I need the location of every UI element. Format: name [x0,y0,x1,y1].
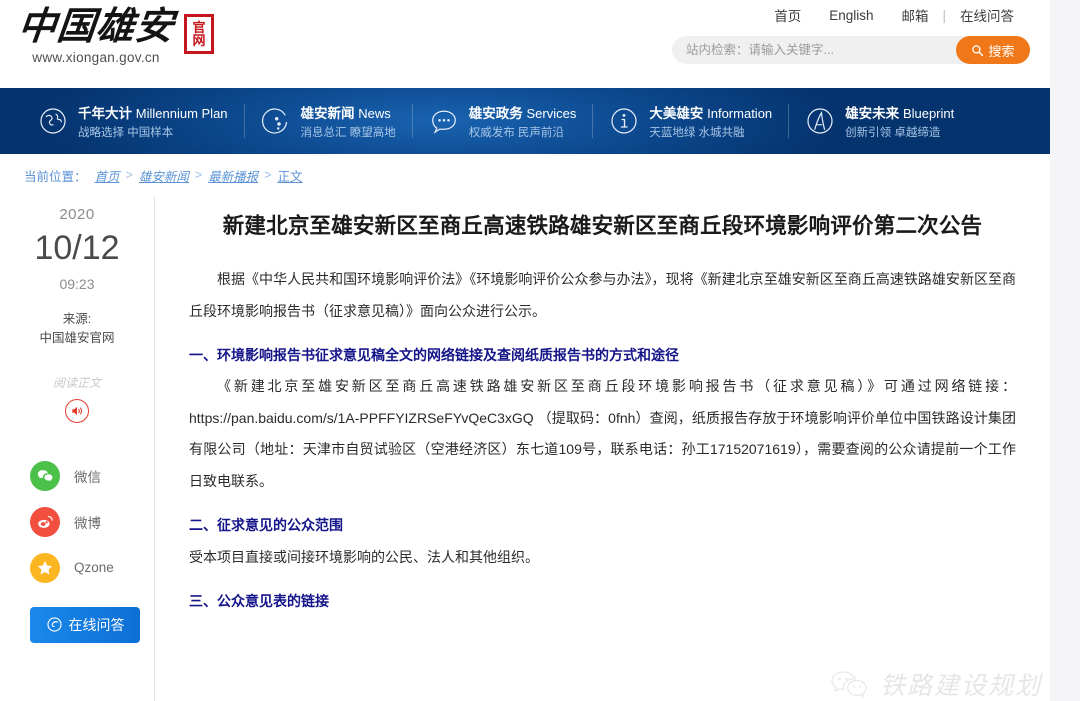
breadcrumb-separator: > [264,168,272,182]
top-link-home[interactable]: 首页 [760,5,815,25]
online-qa-label: 在线问答 [68,616,125,633]
nav-text-information: 大美雄安 Information 天蓝地绿 水城共融 [649,102,772,140]
site-logo[interactable]: 中国雄安 www.xiongan.gov.cn 官 网 [15,6,215,65]
breadcrumb-current: 正文 [277,169,303,184]
nav-title-news: 雄安新闻 News [300,106,391,121]
breadcrumb-item-home[interactable]: 首页 [91,166,124,185]
official-seal-icon: 官 网 [184,14,215,54]
source-name: 中国雄安官网 [39,330,115,345]
weibo-icon [30,506,60,537]
read-aloud-label: 阅读正文 [52,375,101,390]
top-nav-links: 首页 English 邮箱 | 在线问答 [760,5,1028,25]
nav-sub-millennium-plan: 战略选择 中国样本 [78,127,174,139]
page-title: 新建北京至雄安新区至商丘高速铁路雄安新区至商丘段环境影响评价第二次公告 [222,214,983,238]
main-navigation: 千年大计 Millennium Plan 战略选择 中国样本 雄安新闻 News… [0,88,1050,154]
share-qzone[interactable]: Qzone [0,545,154,591]
article-paragraph: 受本项目直接或间接环境影响的公民、法人和其他组织。 [189,548,539,565]
globe-icon [40,108,66,134]
wechat-icon [831,671,867,698]
article-watermark: 铁路建设规划 [828,666,1042,701]
nav-text-services: 雄安政务 Services 权威发布 民声前沿 [469,102,577,140]
article-body: 根据《中华人民共和国环境影响评价法》《环境影响评价公众参与办法》，现将《新建北京… [189,264,1016,617]
article-source: 来源: 中国雄安官网 [39,310,114,348]
site-header: 中国雄安 www.xiongan.gov.cn 官 网 首页 English 邮… [0,0,1050,88]
search-icon [972,44,984,56]
logo-url: www.xiongan.gov.cn [32,49,160,65]
breadcrumb-separator: > [194,168,203,182]
share-label-qzone: Qzone [74,560,114,575]
breadcrumb-item-latest[interactable]: 最新播报 [204,166,262,185]
nav-item-blueprint[interactable]: 雄安未来 Blueprint 创新引领 卓越缔造 [789,102,970,140]
top-link-qa[interactable]: 在线问答 [946,5,1028,25]
nav-text-blueprint: 雄安未来 Blueprint 创新引领 卓越缔造 [845,102,954,140]
logo-title: 中国雄安 [15,6,177,48]
nav-sub-information: 天蓝地绿 水城共融 [649,127,745,139]
nav-sub-blueprint: 创新引领 卓越缔造 [845,127,941,139]
compass-icon [807,108,833,134]
article-main: 新建北京至雄安新区至商丘高速铁路雄安新区至商丘段环境影响评价第二次公告 根据《中… [155,196,1050,701]
share-weibo[interactable]: 微博 [0,499,154,545]
page-content: 2020 10/12 09:23 来源: 中国雄安官网 阅读正文 微信 微博 Q… [0,196,1050,701]
news-dot-icon [261,108,287,134]
watermark-text: 铁路建设规划 [879,673,1042,700]
page-root: 中国雄安 www.xiongan.gov.cn 官 网 首页 English 邮… [0,0,1080,701]
qzone-star-icon [30,552,60,583]
seal-char-bottom: 网 [192,33,206,48]
article-paragraph: 根据《中华人民共和国环境影响评价法》《环境影响评价公众参与办法》，现将《新建北京… [189,271,1016,319]
nav-title-millennium-plan: 千年大计 Millennium Plan [78,106,228,121]
search-input[interactable] [672,43,956,57]
share-label-wechat: 微信 [74,469,101,485]
top-link-mail[interactable]: 邮箱 [887,5,942,25]
nav-sub-news: 消息总汇 瞭望高地 [300,127,396,139]
share-list: 微信 微博 Qzone [0,453,154,591]
breadcrumb-separator: > [125,168,133,182]
article-heading: 三、公众意见表的链接 [189,593,329,610]
page-canvas: 中国雄安 www.xiongan.gov.cn 官 网 首页 English 邮… [0,0,1050,701]
nav-title-services: 雄安政务 Services [468,106,577,121]
nav-item-news[interactable]: 雄安新闻 News 消息总汇 瞭望高地 [245,102,412,140]
nav-item-information[interactable]: 大美雄安 Information 天蓝地绿 水城共融 [593,102,788,140]
publish-date: 10/12 [34,229,120,267]
info-circle-icon [611,108,637,134]
nav-text-news: 雄安新闻 News 消息总汇 瞭望高地 [301,102,396,140]
nav-title-information: 大美雄安 Information [649,106,773,121]
publish-time: 09:23 [59,276,95,292]
online-qa-button[interactable]: 在线问答 [30,606,140,643]
source-label: 来源: [62,312,92,326]
nav-item-services[interactable]: 雄安政务 Services 权威发布 民声前沿 [413,102,593,140]
logo-brand: 中国雄安 www.xiongan.gov.cn [15,6,177,65]
wechat-icon [30,460,60,491]
search-bar: 搜索 [672,36,1030,64]
nav-sub-services: 权威发布 民声前沿 [468,127,564,139]
search-button-label: 搜索 [988,43,1015,59]
audio-play-button[interactable] [65,398,89,423]
breadcrumb-label: 当前位置： [24,169,87,184]
top-link-english[interactable]: English [815,8,887,23]
chat-circle-icon [46,617,62,632]
breadcrumb-item-news[interactable]: 雄安新闻 [135,166,193,185]
article-sidebar: 2020 10/12 09:23 来源: 中国雄安官网 阅读正文 微信 微博 Q… [0,196,155,701]
article-paragraph: 《新建北京至雄安新区至商丘高速铁路雄安新区至商丘段环境影响报告书（征求意见稿）》… [189,378,1016,489]
chat-bubble-icon [431,110,456,134]
search-button[interactable]: 搜索 [956,36,1030,64]
share-wechat[interactable]: 微信 [0,453,154,499]
article-heading: 二、征求意见的公众范围 [189,517,343,534]
article-heading: 一、环境影响报告书征求意见稿全文的网络链接及查阅纸质报告书的方式和途径 [189,347,679,364]
speaker-icon [72,406,83,415]
nav-title-blueprint: 雄安未来 Blueprint [845,106,955,121]
nav-item-millennium-plan[interactable]: 千年大计 Millennium Plan 战略选择 中国样本 [22,102,244,140]
share-label-weibo: 微博 [74,515,101,531]
publish-year: 2020 [59,206,95,223]
breadcrumb: 当前位置： 首页 > 雄安新闻 > 最新播报 > 正文 [0,154,1050,196]
nav-text-millennium-plan: 千年大计 Millennium Plan 战略选择 中国样本 [78,102,228,140]
